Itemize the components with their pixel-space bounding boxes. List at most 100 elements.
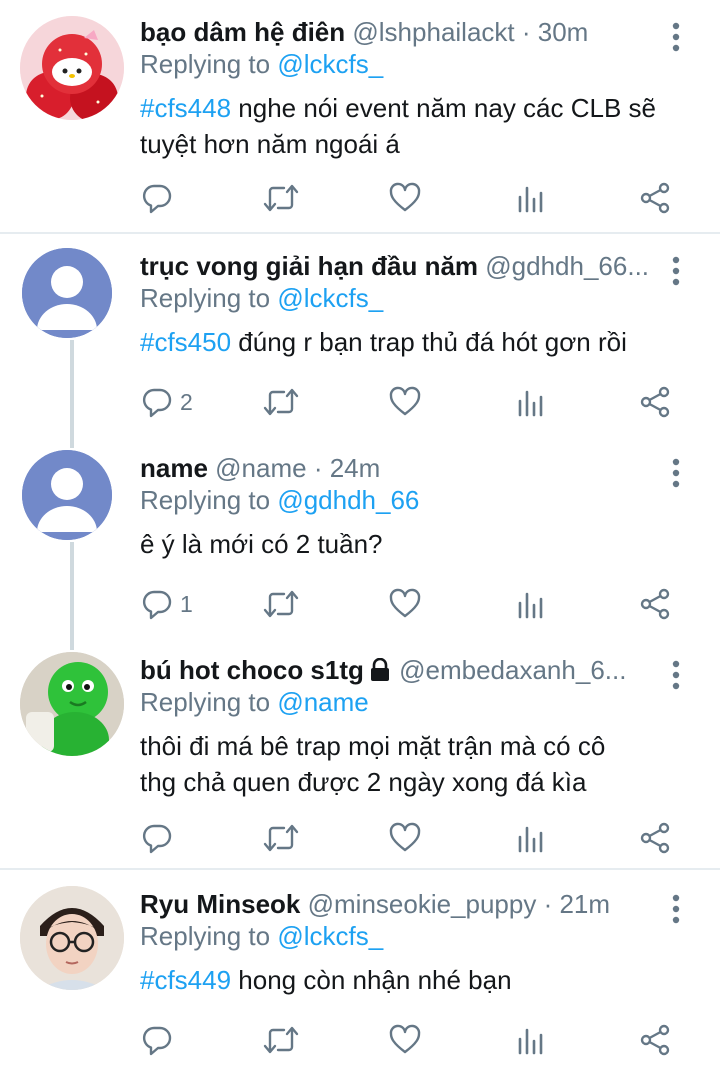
share-button[interactable]	[638, 380, 672, 424]
reply-icon	[142, 824, 172, 854]
avatar[interactable]	[20, 16, 124, 120]
reply-icon	[142, 388, 172, 418]
retweet-button[interactable]	[262, 380, 300, 424]
divider	[0, 232, 720, 234]
retweet-icon	[263, 590, 299, 618]
tweet-actions: 2	[140, 380, 700, 424]
analytics-button[interactable]	[516, 582, 546, 626]
replying-to: Replying to @name	[140, 684, 369, 720]
replying-label: Replying to	[140, 485, 271, 515]
more-icon[interactable]	[664, 456, 688, 490]
timestamp[interactable]: 21m	[559, 889, 610, 919]
share-button[interactable]	[638, 582, 672, 626]
share-icon	[640, 1024, 670, 1056]
reply-icon	[142, 1026, 172, 1056]
tweet-actions: 1	[140, 582, 700, 626]
avatar-image	[20, 16, 124, 120]
display-name[interactable]: trục vong giải hạn đầu năm	[140, 251, 478, 281]
share-button[interactable]	[638, 816, 672, 860]
tweet[interactable]: bú hot choco s1tg @embedaxanh_6... Reply…	[0, 650, 720, 864]
separator: ·	[306, 453, 330, 483]
reply-button[interactable]: 2	[140, 380, 193, 424]
tweet-actions	[140, 816, 700, 860]
analytics-button[interactable]	[516, 176, 546, 220]
like-button[interactable]	[388, 816, 422, 860]
retweet-button[interactable]	[262, 816, 300, 860]
tweet[interactable]: Ryu Minseok @minseokie_puppy · 21m Reply…	[0, 884, 720, 1067]
replying-to: Replying to @lckcfs_	[140, 280, 383, 316]
analytics-button[interactable]	[516, 380, 546, 424]
display-name[interactable]: bú hot choco s1tg	[140, 655, 364, 685]
replying-to-link[interactable]: @gdhdh_66	[277, 485, 419, 515]
more-icon[interactable]	[664, 20, 688, 54]
share-icon	[640, 822, 670, 854]
tweet-text: thôi đi má bê trap mọi mặt trận mà có cô…	[140, 728, 700, 800]
avatar[interactable]	[22, 248, 112, 338]
reply-button[interactable]	[140, 816, 174, 860]
replying-label: Replying to	[140, 687, 271, 717]
replying-label: Replying to	[140, 921, 271, 951]
tweet[interactable]: trục vong giải hạn đầu năm @gdhdh_66... …	[0, 246, 720, 436]
avatar-image	[20, 886, 124, 990]
share-button[interactable]	[638, 1018, 672, 1062]
share-icon	[640, 182, 670, 214]
lock-icon	[370, 658, 389, 681]
divider	[0, 868, 720, 870]
analytics-icon	[518, 1028, 543, 1055]
replying-to-link[interactable]: @name	[277, 687, 368, 717]
like-button[interactable]	[388, 380, 422, 424]
retweet-button[interactable]	[262, 582, 300, 626]
like-icon	[389, 588, 421, 618]
tweet-text-line: đúng r bạn trap thủ đá hót gơn rồi	[231, 327, 627, 357]
analytics-button[interactable]	[516, 1018, 546, 1062]
tweet-text-line: nghe nói event năm nay các CLB sẽ	[231, 93, 657, 123]
username[interactable]: @name	[215, 453, 306, 483]
retweet-button[interactable]	[262, 176, 300, 220]
username[interactable]: @embedaxanh_6...	[399, 655, 626, 685]
timestamp[interactable]: 24m	[330, 453, 381, 483]
like-button[interactable]	[388, 1018, 422, 1062]
replying-to-link[interactable]: @lckcfs_	[277, 921, 383, 951]
replying-to: Replying to @lckcfs_	[140, 46, 383, 82]
timestamp[interactable]: 30m	[538, 17, 589, 47]
replying-to-link[interactable]: @lckcfs_	[277, 283, 383, 313]
analytics-button[interactable]	[516, 816, 546, 860]
tweet-text: #cfs448 nghe nói event năm nay các CLB s…	[140, 90, 700, 162]
tweet[interactable]: bạo dâm hệ điên @lshphailackt · 30m Repl…	[0, 12, 720, 230]
like-button[interactable]	[388, 176, 422, 220]
tweet[interactable]: name @name · 24m Replying to @gdhdh_66 ê…	[0, 448, 720, 638]
replying-to-link[interactable]: @lckcfs_	[277, 49, 383, 79]
reply-button[interactable]	[140, 176, 174, 220]
reply-button[interactable]: 1	[140, 582, 193, 626]
reply-icon	[142, 184, 172, 214]
hashtag[interactable]: #cfs449	[140, 965, 231, 995]
share-icon	[640, 386, 670, 418]
like-button[interactable]	[388, 582, 422, 626]
replying-to: Replying to @gdhdh_66	[140, 482, 419, 518]
replying-to: Replying to @lckcfs_	[140, 918, 383, 954]
display-name[interactable]: bạo dâm hệ điên	[140, 17, 345, 47]
like-icon	[389, 386, 421, 416]
replying-label: Replying to	[140, 283, 271, 313]
more-icon[interactable]	[664, 658, 688, 692]
tweet-actions	[140, 176, 700, 220]
like-icon	[389, 822, 421, 852]
avatar[interactable]	[20, 886, 124, 990]
display-name[interactable]: Ryu Minseok	[140, 889, 300, 919]
default-profile-icon	[22, 248, 112, 338]
share-button[interactable]	[638, 176, 672, 220]
like-icon	[389, 1024, 421, 1054]
retweet-button[interactable]	[262, 1018, 300, 1062]
avatar[interactable]	[22, 450, 112, 540]
username[interactable]: @minseokie_puppy	[308, 889, 537, 919]
display-name[interactable]: name	[140, 453, 208, 483]
tweet-text-line: thg chả quen được 2 ngày xong đá kìa	[140, 767, 587, 797]
hashtag[interactable]: #cfs448	[140, 93, 231, 123]
username[interactable]: @lshphailackt	[352, 17, 514, 47]
reply-button[interactable]	[140, 1018, 174, 1062]
avatar[interactable]	[20, 652, 124, 756]
hashtag[interactable]: #cfs450	[140, 327, 231, 357]
more-icon[interactable]	[664, 892, 688, 926]
more-icon[interactable]	[664, 254, 688, 288]
username[interactable]: @gdhdh_66...	[485, 251, 649, 281]
